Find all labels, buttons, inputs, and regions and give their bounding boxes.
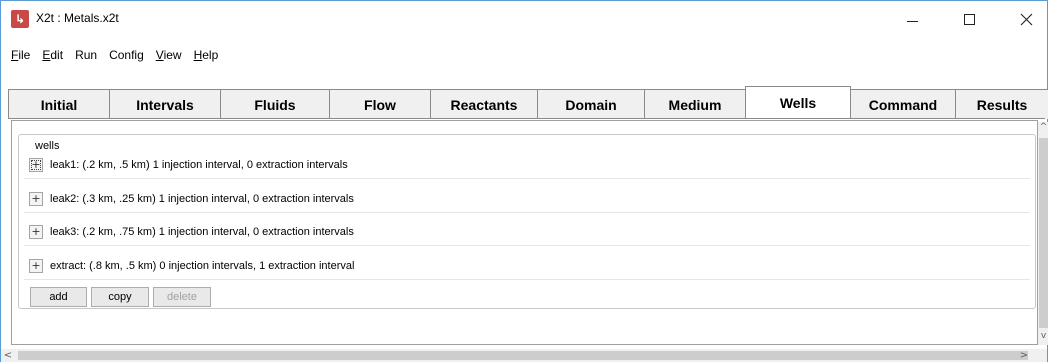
menu-bar: File Edit Run Config View Help <box>0 40 1048 70</box>
expand-icon[interactable]: + <box>29 191 43 206</box>
copy-button[interactable]: copy <box>91 287 149 307</box>
tab-results[interactable]: Results <box>955 89 1048 119</box>
tab-initial[interactable]: Initial <box>8 89 110 119</box>
tab-reactants[interactable]: Reactants <box>430 89 538 119</box>
scroll-down-icon[interactable]: v <box>1038 331 1048 345</box>
scroll-up-icon[interactable]: ^ <box>1038 122 1048 136</box>
scroll-right-icon[interactable]: > <box>1017 349 1031 362</box>
minimize-button[interactable] <box>889 1 935 37</box>
wells-panel: wells + leak1: (.2 km, .5 km) 1 injectio… <box>11 120 1038 345</box>
app-logo-icon: ↳ <box>11 10 29 28</box>
menu-help[interactable]: Help <box>188 46 225 64</box>
tab-domain[interactable]: Domain <box>537 89 645 119</box>
tab-divider <box>8 118 1045 119</box>
menu-view[interactable]: View <box>150 46 188 64</box>
menu-edit[interactable]: Edit <box>36 46 69 64</box>
well-row-leak2: + leak2: (.3 km, .25 km) 1 injection int… <box>24 185 1030 213</box>
vertical-scrollbar[interactable]: ^ v <box>1038 122 1048 345</box>
tab-command[interactable]: Command <box>850 89 956 119</box>
well-label: leak1: (.2 km, .5 km) 1 injection interv… <box>50 158 348 171</box>
well-label: leak3: (.2 km, .75 km) 1 injection inter… <box>50 225 354 238</box>
expand-icon[interactable]: + <box>29 157 43 172</box>
minimize-icon <box>906 20 918 22</box>
wells-button-bar: add copy delete <box>30 287 215 309</box>
tab-intervals[interactable]: Intervals <box>109 89 221 119</box>
maximize-icon <box>963 13 975 25</box>
title-bar: ↳ X2t : Metals.x2t <box>0 0 1048 40</box>
add-button[interactable]: add <box>30 287 87 307</box>
menu-config[interactable]: Config <box>103 46 150 64</box>
vertical-scroll-thumb[interactable] <box>1039 138 1048 328</box>
menu-run[interactable]: Run <box>69 46 103 64</box>
close-button[interactable] <box>1003 1 1048 37</box>
well-row-leak3: + leak3: (.2 km, .75 km) 1 injection int… <box>24 218 1030 246</box>
expand-icon[interactable]: + <box>29 224 43 239</box>
window-title: X2t : Metals.x2t <box>36 11 119 25</box>
well-label: extract: (.8 km, .5 km) 0 injection inte… <box>50 259 355 272</box>
tab-wells[interactable]: Wells <box>745 86 851 119</box>
well-row-extract: + extract: (.8 km, .5 km) 0 injection in… <box>24 252 1030 280</box>
tab-flow[interactable]: Flow <box>329 89 431 119</box>
tab-medium[interactable]: Medium <box>644 89 746 119</box>
tab-strip: Initial Intervals Fluids Flow Reactants … <box>8 86 1048 119</box>
well-row-leak1: + leak1: (.2 km, .5 km) 1 injection inte… <box>24 151 1030 179</box>
horizontal-scroll-thumb[interactable] <box>18 351 1028 360</box>
delete-button[interactable]: delete <box>153 287 211 307</box>
tab-fluids[interactable]: Fluids <box>220 89 330 119</box>
expand-icon[interactable]: + <box>29 258 43 273</box>
scroll-left-icon[interactable]: < <box>1 349 15 362</box>
close-icon <box>1020 13 1032 25</box>
menu-file[interactable]: File <box>5 46 36 64</box>
horizontal-scrollbar[interactable]: < > <box>1 349 1047 362</box>
maximize-button[interactable] <box>946 1 992 37</box>
well-label: leak2: (.3 km, .25 km) 1 injection inter… <box>50 192 354 205</box>
main-frame: Initial Intervals Fluids Flow Reactants … <box>0 70 1048 362</box>
